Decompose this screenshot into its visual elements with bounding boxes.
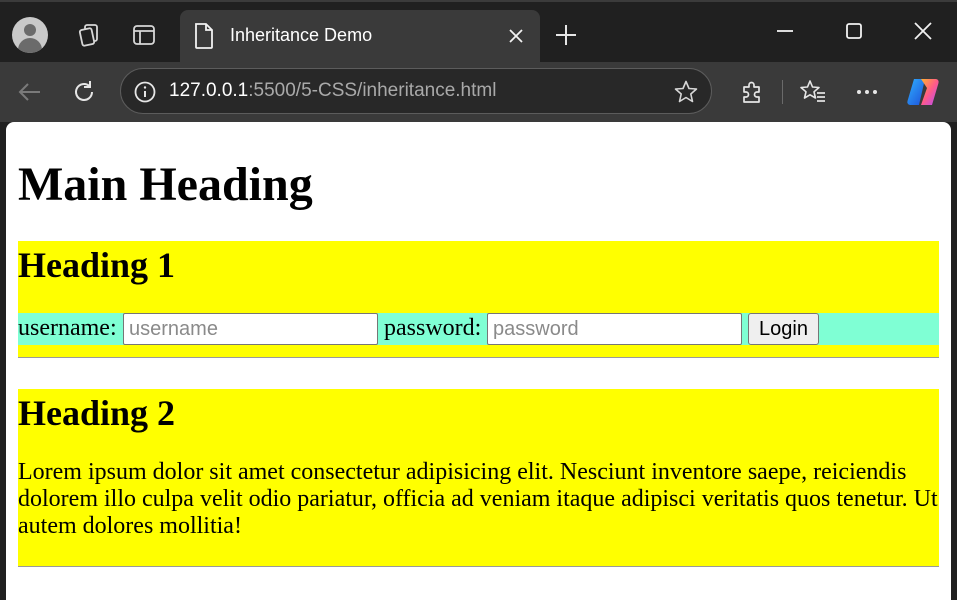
window-top-border	[0, 0, 957, 2]
favorite-star-icon[interactable]	[673, 79, 699, 105]
username-label: username:	[18, 315, 117, 341]
close-tab-icon[interactable]	[506, 26, 526, 46]
tab-strip: Inheritance Demo	[0, 0, 957, 62]
close-window-icon[interactable]	[912, 20, 934, 42]
extensions-icon[interactable]	[738, 78, 766, 106]
section-1-divider	[18, 357, 939, 358]
section-1-heading: Heading 1	[18, 245, 176, 285]
page-viewport: Main Heading Heading 1 username: passwor…	[6, 122, 951, 600]
main-heading: Main Heading	[18, 158, 313, 211]
avatar-body	[18, 38, 42, 53]
new-tab-icon[interactable]	[553, 22, 579, 48]
address-bar[interactable]: 127.0.0.1:5500/5-CSS/inheritance.html	[120, 68, 712, 114]
workspaces-icon[interactable]	[77, 22, 103, 48]
password-input[interactable]	[487, 313, 742, 345]
login-form: username: password: Login	[18, 313, 939, 345]
back-icon[interactable]	[16, 78, 44, 106]
section-2-paragraph: Lorem ipsum dolor sit amet consectetur a…	[18, 459, 938, 539]
browser-toolbar: 127.0.0.1:5500/5-CSS/inheritance.html	[0, 62, 957, 122]
url-host: 127.0.0.1	[169, 80, 249, 101]
maximize-icon[interactable]	[843, 20, 865, 42]
site-info-icon[interactable]	[133, 80, 157, 104]
url-path: :5500/5-CSS/inheritance.html	[248, 80, 497, 101]
password-label: password:	[384, 315, 482, 341]
vertical-tabs-icon[interactable]	[131, 22, 157, 48]
toolbar-divider	[782, 80, 783, 104]
avatar-head	[24, 24, 36, 36]
login-button[interactable]: Login	[748, 313, 819, 345]
section-2: Heading 2 Lorem ipsum dolor sit amet con…	[18, 389, 939, 566]
profile-avatar-icon[interactable]	[12, 17, 48, 53]
section-2-divider	[18, 566, 939, 567]
section-1: Heading 1 username: password: Login	[18, 241, 939, 357]
url-text[interactable]: 127.0.0.1:5500/5-CSS/inheritance.html	[169, 80, 496, 102]
favorites-icon[interactable]	[799, 78, 827, 106]
section-2-heading: Heading 2	[18, 393, 176, 433]
more-menu-icon[interactable]	[853, 78, 881, 106]
copilot-icon[interactable]	[905, 74, 941, 110]
page-icon	[195, 23, 213, 49]
refresh-icon[interactable]	[70, 78, 98, 106]
username-input[interactable]	[123, 313, 378, 345]
tab-title: Inheritance Demo	[230, 25, 373, 45]
active-tab[interactable]: Inheritance Demo	[180, 10, 540, 62]
minimize-icon[interactable]	[774, 20, 796, 42]
